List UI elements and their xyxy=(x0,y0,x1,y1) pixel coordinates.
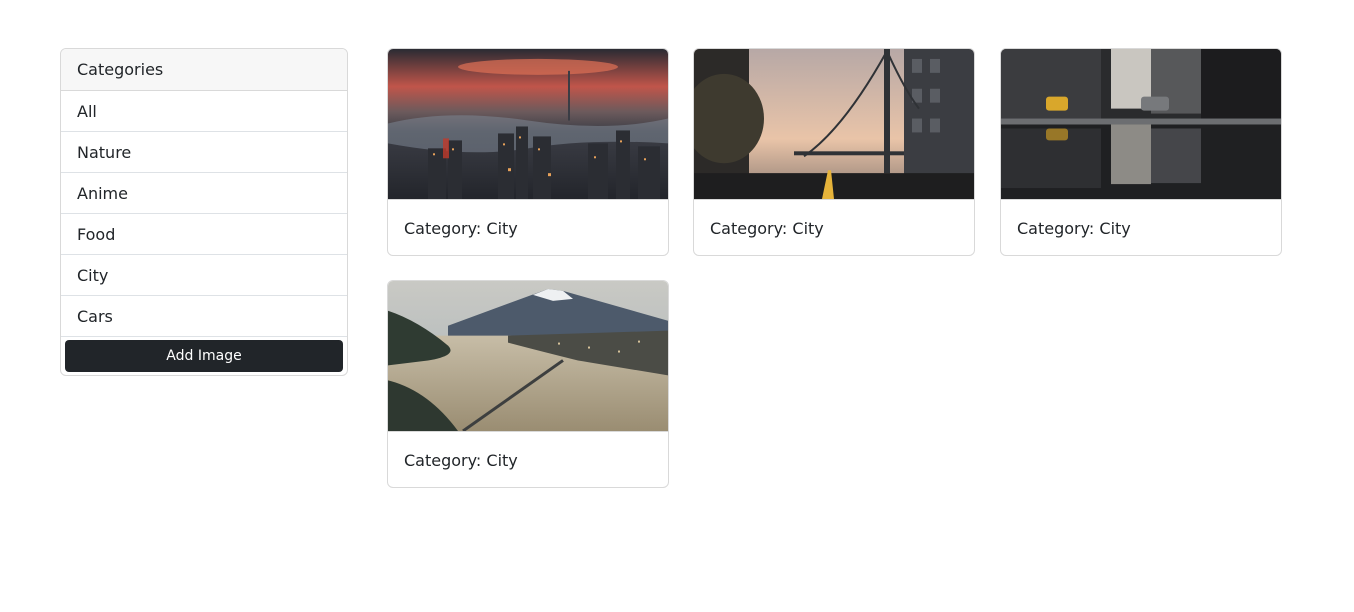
categories-panel: Categories All Nature Anime Food City Ca… xyxy=(60,48,348,376)
categories-header: Categories xyxy=(61,49,347,91)
image-card[interactable]: Category: City xyxy=(1000,48,1282,256)
street-reflection-photo xyxy=(1001,49,1281,200)
add-image-button[interactable]: Add Image xyxy=(65,340,343,372)
category-item-anime[interactable]: Anime xyxy=(61,173,347,214)
category-item-all[interactable]: All xyxy=(61,91,347,132)
card-caption: Category: City xyxy=(404,450,518,470)
card-caption: Category: City xyxy=(404,218,518,238)
city-night-aerial-photo xyxy=(388,49,668,200)
category-item-nature[interactable]: Nature xyxy=(61,132,347,173)
bridge-street-sunset-photo xyxy=(694,49,974,200)
mountain-lake-city-photo xyxy=(388,281,668,432)
category-item-cars[interactable]: Cars xyxy=(61,296,347,337)
card-caption: Category: City xyxy=(710,218,824,238)
category-item-food[interactable]: Food xyxy=(61,214,347,255)
category-item-city[interactable]: City xyxy=(61,255,347,296)
image-card[interactable]: Category: City xyxy=(387,48,669,256)
image-card[interactable]: Category: City xyxy=(387,280,669,488)
card-caption: Category: City xyxy=(1017,218,1131,238)
image-card[interactable]: Category: City xyxy=(693,48,975,256)
